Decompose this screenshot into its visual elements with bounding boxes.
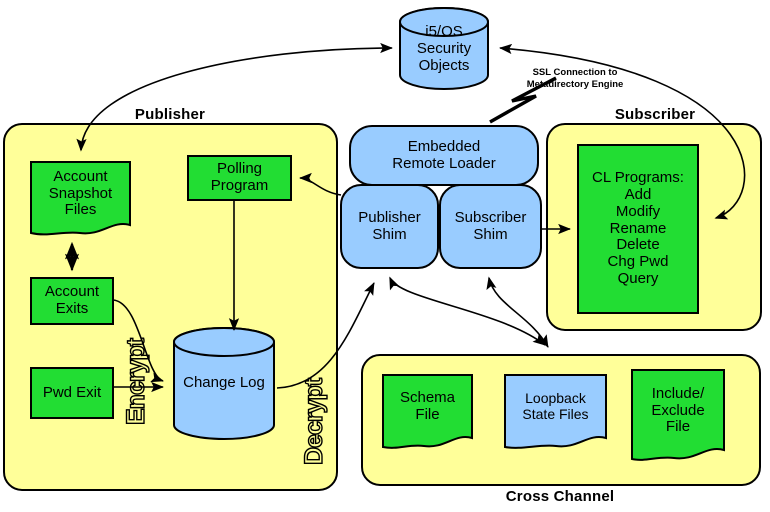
include-exclude-file-label: Include/ Exclude File	[651, 384, 705, 436]
security-objects-label: i5/OS Security Objects	[416, 23, 472, 74]
polling-program-label: Polling Program	[210, 160, 269, 194]
cross-channel-panel-title: Cross Channel	[505, 488, 615, 505]
embedded-remote-loader-label: Embedded Remote Loader	[392, 137, 496, 172]
account-exits-label: Account Exits	[44, 283, 100, 317]
change-log-label: Change Log	[183, 373, 265, 391]
subscriber-panel-title: Subscriber	[614, 106, 696, 123]
ssl-note-label: SSL Connection to Metadirectory Engine	[526, 67, 624, 90]
pwd-exit-label: Pwd Exit	[42, 383, 102, 401]
account-snapshot-files-label: Account Snapshot Files	[48, 167, 113, 219]
schema-file-label: Schema File	[399, 389, 456, 423]
subscriber-shim-label: Subscriber Shim	[454, 208, 527, 243]
encrypt-label: Encrypt	[121, 338, 150, 425]
decrypt-label: Decrypt	[299, 378, 328, 465]
diagram-canvas: Publisher Subscriber Cross Channel i5/OS…	[0, 0, 770, 512]
publisher-shim-label: Publisher Shim	[358, 208, 421, 243]
publisher-panel-title: Publisher	[134, 106, 206, 123]
cl-programs-label: CL Programs: Add Modify Rename Delete Ch…	[592, 169, 684, 287]
loopback-state-files-label: Loopback State Files	[522, 390, 589, 422]
